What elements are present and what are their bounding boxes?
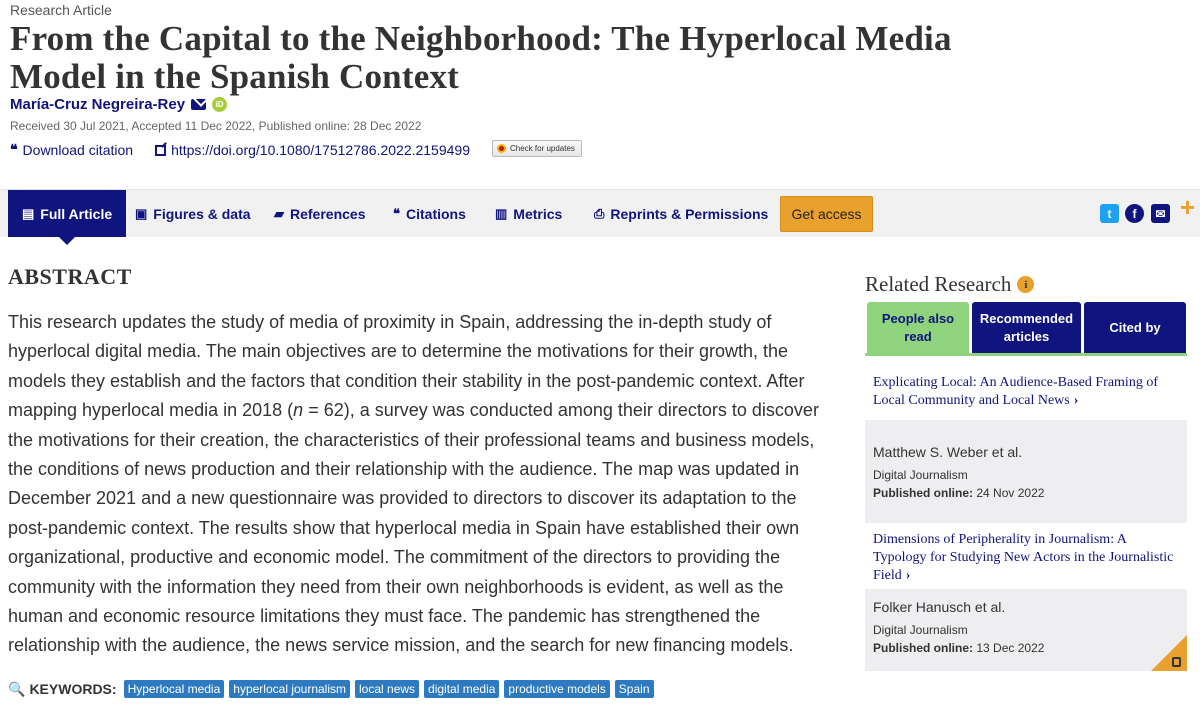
- tab-cited-by-label: Cited by: [1109, 319, 1161, 335]
- related-card-date: Published online: 13 Dec 2022: [873, 641, 1045, 655]
- abstract-text: This research updates the study of media…: [8, 308, 833, 661]
- related-card-meta: Folker Hanusch et al. Digital Journalism…: [865, 589, 1187, 663]
- article-title: From the Capital to the Neighborhood: Th…: [10, 19, 952, 96]
- tab-metrics[interactable]: ▥ Metrics: [495, 190, 562, 237]
- get-access-button[interactable]: Get access: [780, 196, 873, 232]
- email-share-icon[interactable]: ✉: [1151, 204, 1170, 223]
- related-card-meta: Matthew S. Weber et al. Digital Journali…: [865, 420, 1187, 508]
- author-link[interactable]: María-Cruz Negreira-Rey: [10, 96, 185, 113]
- tab-citations[interactable]: ❝ Citations: [393, 190, 466, 237]
- search-icon: 🔍: [8, 680, 26, 697]
- article-tabbar: ▤ Full Article ▣ Figures & data ▰ Refere…: [0, 189, 1200, 245]
- tab-figures-data[interactable]: ▣ Figures & data: [135, 190, 251, 237]
- tab-reprints-permissions[interactable]: ⎙ Reprints & Permissions: [594, 190, 768, 237]
- open-lock-icon: [1172, 657, 1181, 667]
- chevron-right-icon: ›: [905, 568, 911, 583]
- document-icon: ▤: [22, 205, 35, 221]
- abstract-heading: ABSTRACT: [8, 264, 132, 289]
- download-citation-link[interactable]: ❝ Download citation: [10, 142, 133, 158]
- related-card-title-text: Dimensions of Peripherality in Journalis…: [873, 532, 1174, 583]
- quote-icon: ❝: [393, 205, 400, 221]
- tab-people-also-read[interactable]: People also read: [867, 302, 969, 353]
- related-card-author: Matthew S. Weber et al.: [873, 444, 1023, 460]
- tab-label: References: [290, 205, 366, 222]
- print-icon: ⎙: [594, 205, 605, 221]
- check-for-updates-button[interactable]: Check for updates: [492, 140, 582, 157]
- keyword-chip[interactable]: productive models: [504, 680, 610, 698]
- chevron-right-icon: ›: [1073, 393, 1079, 408]
- crossmark-icon: [497, 144, 506, 153]
- twitter-icon[interactable]: t: [1100, 204, 1119, 223]
- tab-full-article[interactable]: ▤ Full Article: [8, 190, 127, 245]
- tab-label: Citations: [406, 205, 466, 222]
- book-icon: ▰: [274, 205, 284, 221]
- keyword-chip[interactable]: Spain: [614, 680, 654, 698]
- related-card-journal: Digital Journalism: [873, 468, 968, 482]
- keywords-row: 🔍 KEYWORDS: Hyperlocal media hyperlocal …: [8, 680, 654, 698]
- check-updates-label: Check for updates: [510, 144, 575, 153]
- tab-label: Figures & data: [153, 205, 251, 222]
- keyword-chip[interactable]: hyperlocal journalism: [229, 680, 350, 698]
- tab-recommended-label: Recommended articles: [979, 310, 1074, 344]
- abstract-n: n: [293, 400, 304, 421]
- tab-label: Full Article: [40, 205, 113, 222]
- related-research-heading: Related Research i: [865, 272, 1035, 297]
- tab-label: Metrics: [513, 205, 563, 222]
- doi-label: https://doi.org/10.1080/17512786.2022.21…: [171, 142, 470, 158]
- facebook-icon[interactable]: f: [1125, 204, 1144, 223]
- image-icon: ▣: [135, 205, 148, 221]
- related-panel: Explicating Local: An Audience-Based Fra…: [865, 353, 1187, 671]
- abstract-part-2: = 62), a survey was conducted among thei…: [8, 400, 819, 656]
- related-card-journal: Digital Journalism: [873, 623, 968, 637]
- related-card-title-text: Explicating Local: An Audience-Based Fra…: [873, 375, 1158, 408]
- tab-references[interactable]: ▰ References: [274, 190, 366, 237]
- keyword-chip[interactable]: digital media: [424, 680, 500, 698]
- quote-icon: ❝: [10, 142, 18, 158]
- related-card-author: Folker Hanusch et al.: [873, 599, 1006, 615]
- citation-row: ❝ Download citation https://doi.org/10.1…: [10, 142, 492, 158]
- tab-recommended-articles[interactable]: Recommended articles: [972, 302, 1081, 353]
- tab-cited-by[interactable]: Cited by: [1084, 302, 1186, 353]
- related-card: Dimensions of Peripherality in Journalis…: [865, 523, 1187, 665]
- article-type: Research Article: [10, 2, 112, 18]
- bar-chart-icon: ▥: [495, 205, 508, 221]
- keyword-chip[interactable]: local news: [355, 680, 420, 698]
- related-research-title: Related Research: [865, 272, 1012, 296]
- doi-link[interactable]: https://doi.org/10.1080/17512786.2022.21…: [155, 142, 470, 158]
- tab-label: Reprints & Permissions: [610, 205, 769, 222]
- keyword-chip[interactable]: Hyperlocal media: [123, 680, 225, 698]
- tab-people-also-read-label: People also read: [881, 310, 955, 344]
- related-card: Explicating Local: An Audience-Based Fra…: [865, 356, 1187, 500]
- plus-share-icon[interactable]: +: [1178, 192, 1197, 222]
- email-icon[interactable]: [191, 99, 207, 110]
- keywords-label-text: KEYWORDS:: [29, 681, 117, 697]
- external-link-icon: [155, 144, 167, 156]
- open-access-badge: [1151, 635, 1187, 671]
- keywords-label: 🔍 KEYWORDS:: [8, 681, 117, 698]
- author-row: María-Cruz Negreira-Rey iD: [10, 96, 228, 113]
- related-card-title[interactable]: Dimensions of Peripherality in Journalis…: [865, 523, 1187, 589]
- related-card-date: Published online: 24 Nov 2022: [873, 486, 1045, 500]
- orcid-icon[interactable]: iD: [212, 97, 228, 112]
- download-citation-label: Download citation: [22, 142, 134, 158]
- related-card-title[interactable]: Explicating Local: An Audience-Based Fra…: [865, 356, 1187, 420]
- info-icon[interactable]: i: [1017, 276, 1035, 293]
- publication-dates: Received 30 Jul 2021, Accepted 11 Dec 20…: [10, 119, 422, 133]
